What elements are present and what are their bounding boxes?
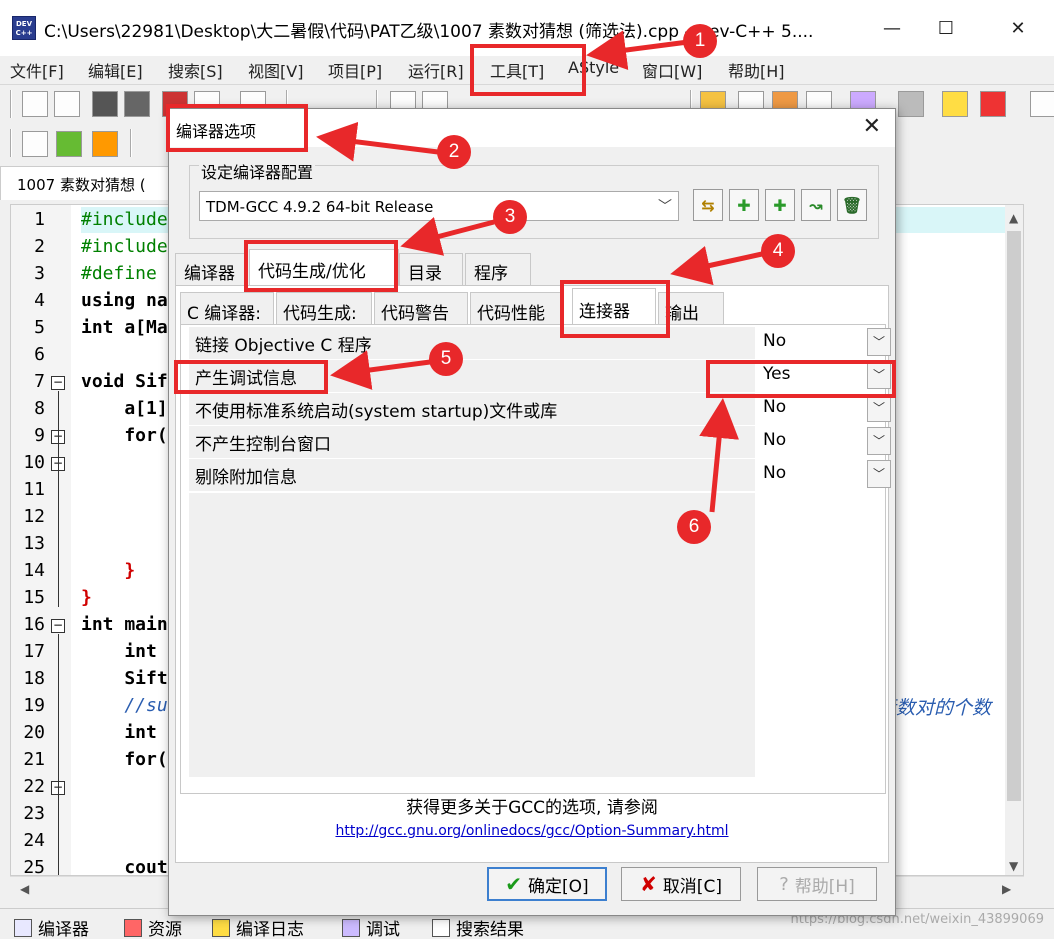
annotation-number: 4 bbox=[761, 234, 795, 268]
annotation-number: 3 bbox=[493, 200, 527, 234]
annotation-number: 1 bbox=[683, 24, 717, 58]
annotation-number: 6 bbox=[677, 510, 711, 544]
annotation-arrows bbox=[316, 30, 763, 513]
annotation-number: 5 bbox=[429, 342, 463, 376]
annotation-number: 2 bbox=[437, 135, 471, 169]
